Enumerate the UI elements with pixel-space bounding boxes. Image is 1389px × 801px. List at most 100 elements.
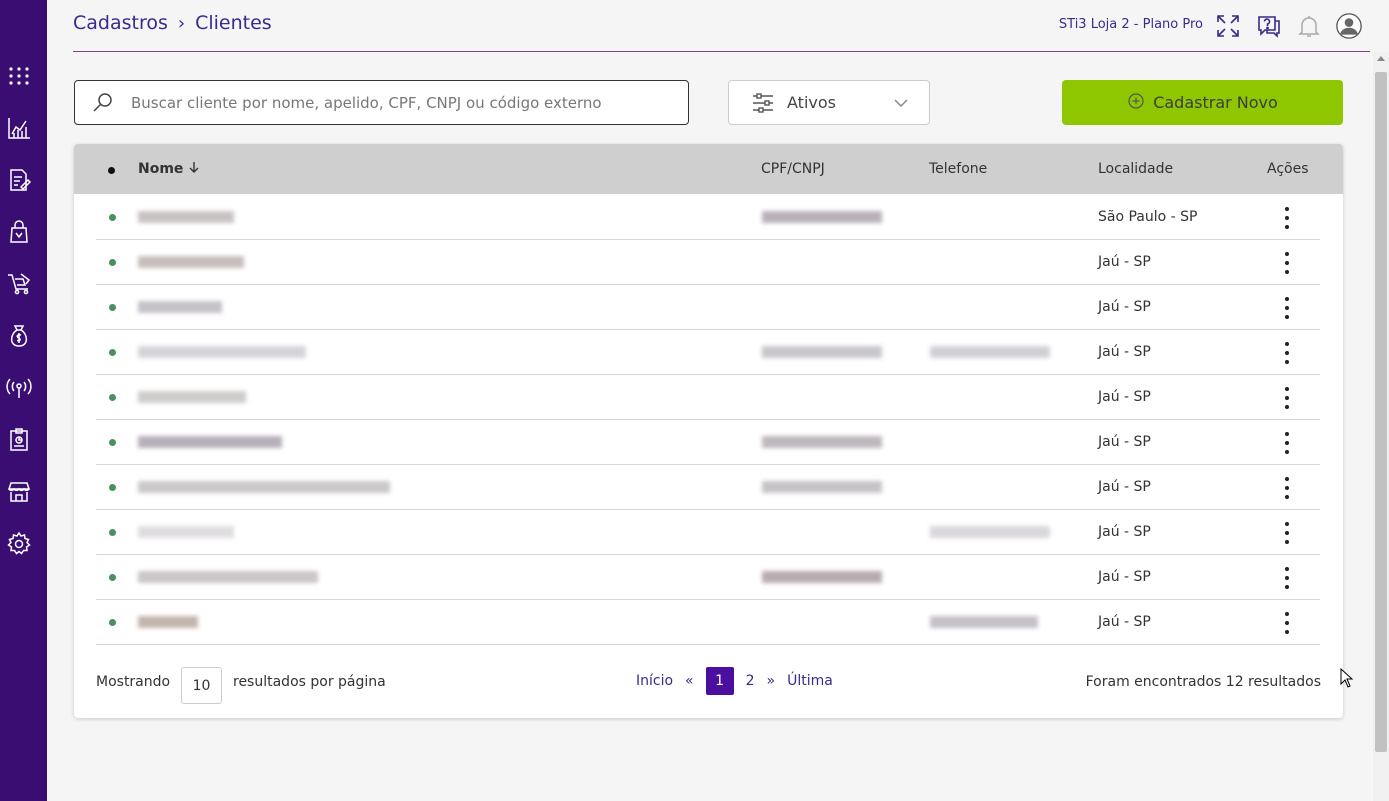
bell-icon[interactable] bbox=[1294, 11, 1324, 41]
location-cell: São Paulo - SP bbox=[1098, 209, 1198, 225]
top-header: Cadastros › Clientes STi3 Loja 2 - Plano… bbox=[73, 0, 1370, 52]
page-last-link[interactable]: Última bbox=[787, 673, 833, 689]
table-row[interactable]: Jaú - SP bbox=[96, 510, 1320, 555]
table-row[interactable]: Jaú - SP bbox=[96, 240, 1320, 285]
active-status-dot bbox=[109, 619, 116, 626]
location-cell: Jaú - SP bbox=[1098, 524, 1151, 540]
page-first-link[interactable]: Início bbox=[636, 673, 673, 689]
location-cell: Jaú - SP bbox=[1098, 389, 1151, 405]
location-cell: Jaú - SP bbox=[1098, 344, 1151, 360]
chart-icon[interactable] bbox=[5, 114, 33, 142]
active-status-dot bbox=[109, 439, 116, 446]
row-actions-menu-icon[interactable] bbox=[1277, 207, 1297, 229]
money-bag-icon[interactable] bbox=[5, 322, 33, 350]
redacted-name bbox=[138, 571, 318, 583]
location-cell: Jaú - SP bbox=[1098, 434, 1151, 450]
active-status-dot bbox=[109, 259, 116, 266]
active-status-dot bbox=[109, 484, 116, 491]
redacted-phone bbox=[930, 526, 1050, 538]
active-status-dot bbox=[109, 349, 116, 356]
row-actions-menu-icon[interactable] bbox=[1277, 612, 1297, 634]
location-cell: Jaú - SP bbox=[1098, 254, 1151, 270]
pagination: Início « 1 2 » Última bbox=[636, 667, 845, 695]
breadcrumb: Cadastros › Clientes bbox=[73, 12, 272, 34]
redacted-name bbox=[138, 301, 222, 313]
redacted-cpf bbox=[762, 481, 882, 493]
page-prev-link[interactable]: « bbox=[685, 673, 694, 689]
page-1-button[interactable]: 1 bbox=[705, 667, 734, 695]
status-filter-select[interactable]: Ativos bbox=[728, 80, 930, 125]
per-page-label: resultados por página bbox=[233, 674, 386, 690]
redacted-phone bbox=[930, 616, 1038, 628]
active-status-dot bbox=[109, 214, 116, 221]
row-actions-menu-icon[interactable] bbox=[1277, 432, 1297, 454]
table-row[interactable]: Jaú - SP bbox=[96, 420, 1320, 465]
showing-label: Mostrando bbox=[96, 674, 171, 690]
sort-arrow-down-icon bbox=[188, 161, 200, 177]
page-scrollbar[interactable] bbox=[1373, 52, 1389, 801]
location-cell: Jaú - SP bbox=[1098, 479, 1151, 495]
column-header-name[interactable]: Nome bbox=[138, 161, 200, 177]
redacted-name bbox=[138, 481, 390, 493]
table-row[interactable]: Jaú - SP bbox=[96, 285, 1320, 330]
row-actions-menu-icon[interactable] bbox=[1277, 252, 1297, 274]
location-cell: Jaú - SP bbox=[1098, 569, 1151, 585]
clients-table-card: Nome CPF/CNPJ Telefone Localidade Ações … bbox=[74, 144, 1343, 718]
table-row[interactable]: Jaú - SP bbox=[96, 375, 1320, 420]
help-chat-icon[interactable] bbox=[1254, 11, 1284, 41]
sidebar bbox=[0, 0, 47, 801]
search-input[interactable] bbox=[131, 93, 671, 112]
gear-icon[interactable] bbox=[5, 530, 33, 558]
redacted-name bbox=[138, 391, 246, 403]
store-plan-label[interactable]: STi3 Loja 2 - Plano Pro bbox=[1059, 17, 1203, 32]
apps-grid-icon[interactable] bbox=[5, 62, 33, 90]
cart-icon[interactable] bbox=[5, 270, 33, 298]
page-2-button[interactable]: 2 bbox=[746, 673, 755, 689]
column-header-cpf: CPF/CNPJ bbox=[761, 161, 825, 177]
redacted-cpf bbox=[762, 436, 882, 448]
breadcrumb-item-clientes: Clientes bbox=[195, 12, 272, 34]
redacted-name bbox=[138, 616, 198, 628]
redacted-name bbox=[138, 211, 234, 223]
breadcrumb-item-cadastros[interactable]: Cadastros bbox=[73, 12, 168, 34]
scrollbar-thumb[interactable] bbox=[1375, 72, 1387, 752]
report-icon[interactable] bbox=[5, 426, 33, 454]
broadcast-icon[interactable] bbox=[5, 374, 33, 402]
table-row[interactable]: Jaú - SP bbox=[96, 465, 1320, 510]
active-status-dot bbox=[109, 574, 116, 581]
column-header-location: Localidade bbox=[1098, 161, 1174, 177]
redacted-name bbox=[138, 346, 306, 358]
scroll-up-arrow-icon[interactable] bbox=[1377, 56, 1385, 61]
row-actions-menu-icon[interactable] bbox=[1277, 522, 1297, 544]
table-row[interactable]: Jaú - SP bbox=[96, 330, 1320, 375]
shopping-bag-icon[interactable] bbox=[5, 218, 33, 246]
column-header-phone: Telefone bbox=[929, 161, 988, 177]
chevron-down-icon bbox=[893, 95, 909, 115]
add-client-button[interactable]: Cadastrar Novo bbox=[1062, 80, 1343, 125]
redacted-phone bbox=[930, 346, 1050, 358]
row-actions-menu-icon[interactable] bbox=[1277, 387, 1297, 409]
location-cell: Jaú - SP bbox=[1098, 299, 1151, 315]
store-icon[interactable] bbox=[5, 478, 33, 506]
row-actions-menu-icon[interactable] bbox=[1277, 477, 1297, 499]
redacted-cpf bbox=[762, 571, 882, 583]
document-edit-icon[interactable] bbox=[5, 166, 33, 194]
fullscreen-icon[interactable] bbox=[1213, 11, 1243, 41]
user-avatar-icon[interactable] bbox=[1334, 11, 1364, 41]
table-row[interactable]: São Paulo - SP bbox=[96, 195, 1320, 240]
results-count: Foram encontrados 12 resultados bbox=[1085, 674, 1321, 690]
search-icon bbox=[75, 91, 131, 115]
active-status-dot bbox=[109, 529, 116, 536]
row-actions-menu-icon[interactable] bbox=[1277, 297, 1297, 319]
page-next-link[interactable]: » bbox=[767, 673, 776, 689]
row-actions-menu-icon[interactable] bbox=[1277, 342, 1297, 364]
table-row[interactable]: Jaú - SP bbox=[96, 600, 1320, 645]
mouse-cursor-icon bbox=[1340, 667, 1354, 692]
redacted-cpf bbox=[762, 211, 882, 223]
table-row[interactable]: Jaú - SP bbox=[96, 555, 1320, 600]
redacted-name bbox=[138, 436, 282, 448]
per-page-input[interactable] bbox=[181, 667, 222, 704]
table-footer: Mostrando resultados por página Início «… bbox=[74, 664, 1343, 704]
row-actions-menu-icon[interactable] bbox=[1277, 567, 1297, 589]
active-status-dot bbox=[109, 304, 116, 311]
